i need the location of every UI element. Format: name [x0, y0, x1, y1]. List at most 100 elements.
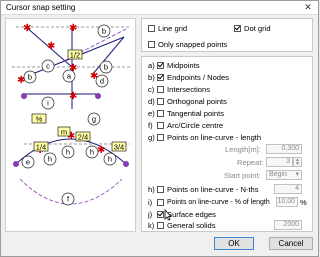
- option-arc-centre[interactable]: f) Arc/Circle centre: [148, 120, 223, 130]
- svg-text:✱: ✱: [47, 41, 55, 52]
- dot-grid-label: Dot grid: [244, 23, 271, 33]
- arc-centre-label: Arc/Circle centre: [167, 120, 224, 130]
- label-b: b: [104, 63, 108, 72]
- midpoints-checkbox[interactable]: [157, 61, 164, 69]
- close-icon[interactable]: ✕: [302, 2, 314, 13]
- snap-options-panel: a) Midpoints b) Endpoints / Nodes c) Int…: [141, 56, 313, 232]
- option-intersections[interactable]: c) Intersections: [148, 84, 210, 94]
- percent-input[interactable]: 10,00: [276, 197, 298, 207]
- option-length-points[interactable]: g) Points on line-curve - length: [148, 132, 261, 142]
- label-h: h: [48, 155, 52, 164]
- tangential-label: Tangential points: [167, 108, 224, 118]
- orthogonal-checkbox[interactable]: [157, 97, 164, 105]
- orthogonal-label: Orthogonal points: [167, 96, 227, 106]
- nths-checkbox[interactable]: [157, 185, 164, 193]
- general-solids-input[interactable]: 2000: [274, 220, 302, 230]
- label-c: c: [46, 62, 50, 71]
- label-g: g: [92, 115, 96, 124]
- general-solids-label: General solids: [167, 220, 216, 230]
- nths-label: Points on line-curve - N-ths: [167, 184, 259, 194]
- start-point-label: Start point:: [224, 171, 261, 180]
- option-prefix: b): [148, 72, 155, 82]
- curve-endpoint-marker: [123, 161, 129, 167]
- label-b: b: [102, 27, 106, 36]
- ok-button[interactable]: OK: [214, 237, 254, 250]
- surface-edges-label: Surface edges: [167, 209, 216, 219]
- cancel-button[interactable]: Cancel: [269, 237, 313, 250]
- label-h: h: [108, 155, 112, 164]
- label-two-quarters: 2/4: [78, 133, 88, 142]
- option-prefix: g): [148, 132, 155, 142]
- endpoints-label: Endpoints / Nodes: [167, 72, 230, 82]
- line-grid-option[interactable]: Line grid: [148, 23, 187, 33]
- line-grid-checkbox[interactable]: [148, 24, 155, 32]
- repeat-spinner[interactable]: ▲ ▼: [293, 157, 302, 167]
- dot-grid-checkbox[interactable]: [234, 24, 241, 32]
- surface-edges-checkbox[interactable]: [157, 210, 164, 218]
- option-prefix: k): [148, 220, 155, 230]
- snap-preview-svg: ✱ ✱ ✱ ✱ ✱ ✱ ✱ ✱ ✱ ✱: [12, 23, 130, 206]
- option-prefix: d): [148, 96, 155, 106]
- percent-length-label: Points on line-curve - % of length: [167, 198, 270, 206]
- intersections-label: Intersections: [167, 84, 211, 94]
- label-h: h: [90, 148, 94, 157]
- length-points-label: Points on line-curve - length: [167, 132, 262, 142]
- option-prefix: j): [148, 209, 153, 219]
- label-h: h: [66, 148, 70, 157]
- mouse-pointer-icon: [164, 209, 172, 221]
- option-surface-edges[interactable]: j) Surface edges: [148, 209, 216, 219]
- midpoints-label: Midpoints: [167, 60, 200, 70]
- arc-centre-checkbox[interactable]: [157, 121, 164, 129]
- option-prefix: c): [148, 84, 155, 94]
- title-bar: Cursor snap setting ✕: [1, 1, 318, 15]
- label-e: e: [26, 158, 30, 167]
- svg-text:✱: ✱: [97, 145, 105, 156]
- arc-endpoint-marker: [95, 93, 101, 99]
- length-points-checkbox[interactable]: [157, 133, 164, 141]
- tangential-checkbox[interactable]: [157, 109, 164, 117]
- arc-endpoint-marker: [21, 93, 27, 99]
- option-tangential[interactable]: e) Tangential points: [148, 108, 224, 118]
- start-point-value: Begin: [269, 171, 287, 178]
- intersections-checkbox[interactable]: [157, 85, 164, 93]
- option-prefix: f): [148, 120, 153, 130]
- option-general-solids[interactable]: k) General solids: [148, 220, 216, 230]
- repeat-input[interactable]: 3: [266, 157, 293, 167]
- label-three-quarters: 3/4: [114, 143, 124, 152]
- percent-length-checkbox[interactable]: [157, 198, 164, 206]
- option-prefix: i): [148, 197, 153, 207]
- only-snapped-label: Only snapped points: [158, 39, 228, 49]
- percent-unit: %: [300, 198, 307, 207]
- option-endpoints[interactable]: b) Endpoints / Nodes: [148, 72, 229, 82]
- dialog-title: Cursor snap setting: [6, 3, 76, 12]
- label-half: 1/2: [70, 51, 80, 60]
- label-m: m: [61, 128, 67, 137]
- label-quarter: 1/4: [36, 143, 46, 152]
- general-solids-checkbox[interactable]: [157, 221, 164, 229]
- repeat-label: Repeat:: [237, 158, 264, 167]
- length-input[interactable]: 0,300: [266, 144, 302, 154]
- cursor-snap-dialog: Cursor snap setting ✕ ✱ ✱ ✱ ✱ ✱ ✱ ✱ ✱ ✱ …: [0, 0, 319, 257]
- option-prefix: a): [148, 60, 155, 70]
- chevron-down-icon: ▾: [295, 171, 299, 178]
- option-midpoints[interactable]: a) Midpoints: [148, 60, 200, 70]
- dot-grid-option[interactable]: Dot grid: [234, 23, 271, 33]
- option-orthogonal[interactable]: d) Orthogonal points: [148, 96, 227, 106]
- option-prefix: h): [148, 184, 155, 194]
- line-grid-label: Line grid: [158, 23, 188, 33]
- label-percent: %: [36, 115, 43, 124]
- endpoints-checkbox[interactable]: [157, 73, 164, 81]
- label-d: d: [100, 77, 104, 86]
- svg-text:✱: ✱: [69, 91, 77, 102]
- option-prefix: e): [148, 108, 155, 118]
- snap-preview-illustration: ✱ ✱ ✱ ✱ ✱ ✱ ✱ ✱ ✱ ✱: [5, 18, 136, 232]
- option-nths[interactable]: h) Points on line-curve - N-ths: [148, 184, 259, 194]
- only-snapped-option[interactable]: Only snapped points: [148, 39, 227, 49]
- option-percent-length[interactable]: i) Points on line-curve - % of length: [148, 197, 270, 207]
- label-b: b: [28, 73, 32, 82]
- svg-text:✱: ✱: [69, 23, 77, 34]
- length-label: Length[m]:: [225, 145, 261, 154]
- nths-input[interactable]: 4: [274, 184, 302, 194]
- start-point-select[interactable]: Begin ▾: [266, 170, 302, 180]
- only-snapped-checkbox[interactable]: [148, 40, 155, 48]
